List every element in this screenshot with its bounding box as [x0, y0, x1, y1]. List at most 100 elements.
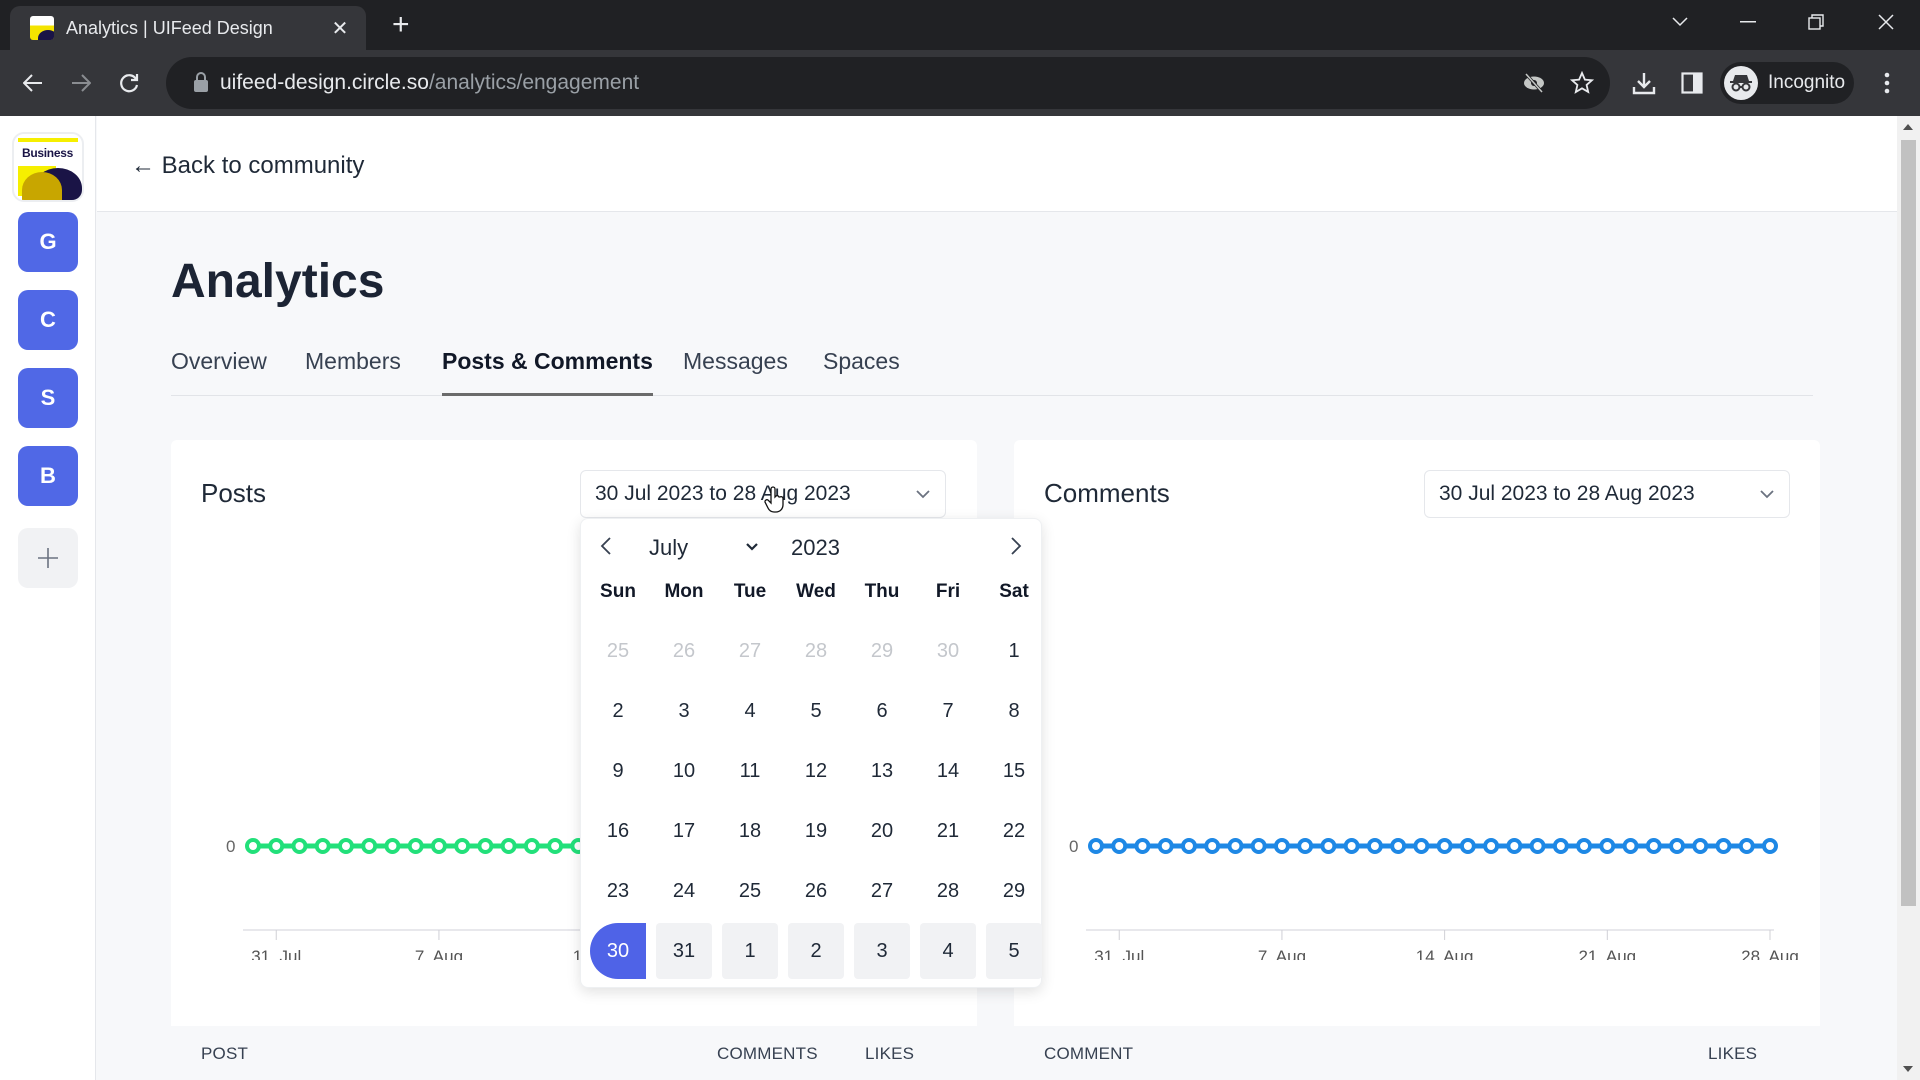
community-button-c[interactable]: C [18, 290, 78, 350]
day-cell[interactable]: 6 [854, 683, 910, 739]
comments-data-point [1459, 838, 1476, 854]
comments-x-tick-label: 7. Aug [1258, 947, 1306, 960]
scrollbar-thumb[interactable] [1901, 140, 1916, 906]
day-cell[interactable]: 2 [788, 923, 844, 979]
new-tab-button[interactable]: + [392, 10, 410, 40]
day-cell[interactable]: 24 [656, 863, 712, 919]
day-cell[interactable]: 15 [986, 743, 1042, 799]
weekday-label: Thu [864, 581, 900, 602]
incognito-label: Incognito [1768, 72, 1846, 93]
bookmark-star-icon[interactable] [1568, 69, 1596, 97]
day-cell[interactable]: 26 [788, 863, 844, 919]
tab-overview[interactable]: Overview [171, 348, 267, 393]
day-cell[interactable]: 25 [722, 863, 778, 919]
day-cell[interactable]: 19 [788, 803, 844, 859]
day-cell[interactable]: 7 [920, 683, 976, 739]
comments-date-range-select[interactable]: 30 Jul 2023 to 28 Aug 2023 [1424, 470, 1790, 518]
day-cell[interactable]: 16 [590, 803, 646, 859]
scroll-down-icon[interactable] [1903, 1066, 1913, 1072]
day-cell[interactable]: 21 [920, 803, 976, 859]
tab-messages[interactable]: Messages [683, 348, 788, 393]
add-community-button[interactable] [18, 528, 78, 588]
day-cell[interactable]: 30 [920, 623, 976, 679]
column-post[interactable]: POST [201, 1044, 248, 1064]
browser-menu-icon[interactable] [1868, 64, 1906, 102]
incognito-profile[interactable]: Incognito [1720, 62, 1854, 104]
column-comments[interactable]: COMMENTS [717, 1044, 818, 1064]
forward-icon[interactable] [62, 64, 100, 102]
posts-data-point [430, 838, 447, 854]
day-cell[interactable]: 13 [854, 743, 910, 799]
day-cell[interactable]: 4 [920, 923, 976, 979]
day-cell-selected[interactable]: 30 [590, 923, 646, 979]
day-cell[interactable]: 28 [788, 623, 844, 679]
address-bar[interactable]: uifeed-design.circle.so/analytics/engage… [166, 57, 1610, 109]
month-chevron-down-icon[interactable] [744, 537, 760, 562]
day-cell[interactable]: 11 [722, 743, 778, 799]
minimize-icon[interactable] [1720, 0, 1776, 44]
community-button-g[interactable]: G [18, 212, 78, 272]
close-window-icon[interactable] [1858, 0, 1914, 44]
tab-spaces[interactable]: Spaces [823, 348, 900, 393]
month-select[interactable]: July [649, 535, 688, 561]
next-month-icon[interactable] [1001, 531, 1031, 561]
side-panel-icon[interactable] [1673, 64, 1711, 102]
day-cell[interactable]: 20 [854, 803, 910, 859]
day-cell[interactable]: 17 [656, 803, 712, 859]
back-icon[interactable] [14, 64, 52, 102]
day-cell[interactable]: 2 [590, 683, 646, 739]
download-icon[interactable] [1625, 64, 1663, 102]
posts-data-point [291, 838, 308, 854]
day-cell[interactable]: 5 [986, 923, 1042, 979]
community-button-b[interactable]: B [18, 446, 78, 506]
close-tab-icon[interactable]: ✕ [328, 16, 352, 41]
reload-icon[interactable] [110, 64, 148, 102]
day-cell[interactable]: 29 [854, 623, 910, 679]
comments-data-point [1552, 838, 1569, 854]
day-cell[interactable]: 27 [854, 863, 910, 919]
day-cell[interactable]: 27 [722, 623, 778, 679]
scroll-up-icon[interactable] [1903, 124, 1913, 130]
comments-data-point [1483, 838, 1500, 854]
browser-tabstrip: Analytics | UIFeed Design ✕ + [0, 0, 1920, 50]
day-cell[interactable]: 8 [986, 683, 1042, 739]
day-cell[interactable]: 9 [590, 743, 646, 799]
logo-bar [18, 138, 78, 142]
day-cell[interactable]: 28 [920, 863, 976, 919]
back-to-community-link[interactable]: ← Back to community [131, 152, 364, 180]
day-cell[interactable]: 29 [986, 863, 1042, 919]
day-cell[interactable]: 31 [656, 923, 712, 979]
day-cell[interactable]: 3 [854, 923, 910, 979]
tab-members[interactable]: Members [305, 348, 401, 393]
day-cell[interactable]: 1 [722, 923, 778, 979]
column-comment[interactable]: COMMENT [1044, 1044, 1133, 1064]
eye-off-icon[interactable] [1520, 69, 1548, 97]
day-cell[interactable]: 5 [788, 683, 844, 739]
day-cell[interactable]: 10 [656, 743, 712, 799]
day-cell[interactable]: 25 [590, 623, 646, 679]
posts-data-point [268, 838, 285, 854]
browser-tab[interactable]: Analytics | UIFeed Design ✕ [10, 6, 366, 50]
day-cell[interactable]: 23 [590, 863, 646, 919]
day-cell[interactable]: 4 [722, 683, 778, 739]
day-cell[interactable]: 18 [722, 803, 778, 859]
column-likes[interactable]: LIKES [865, 1044, 914, 1064]
community-button-s[interactable]: S [18, 368, 78, 428]
business-community-logo[interactable]: Business [12, 132, 84, 202]
restore-icon[interactable] [1788, 0, 1844, 44]
posts-date-range-select[interactable]: 30 Jul 2023 to 28 Aug 2023 [580, 470, 946, 518]
tab-posts-comments[interactable]: Posts & Comments [442, 348, 653, 396]
day-cell[interactable]: 26 [656, 623, 712, 679]
previous-month-icon[interactable] [591, 531, 621, 561]
day-cell[interactable]: 3 [656, 683, 712, 739]
page-scrollbar[interactable] [1897, 116, 1920, 1080]
day-cell[interactable]: 1 [986, 623, 1042, 679]
column-likes[interactable]: LIKES [1708, 1044, 1757, 1064]
tab-search-icon[interactable] [1652, 0, 1708, 44]
year-select[interactable]: 2023 [791, 535, 840, 561]
comments-title: Comments [1044, 478, 1170, 508]
comments-data-point [1088, 838, 1104, 854]
day-cell[interactable]: 12 [788, 743, 844, 799]
day-cell[interactable]: 14 [920, 743, 976, 799]
day-cell[interactable]: 22 [986, 803, 1042, 859]
